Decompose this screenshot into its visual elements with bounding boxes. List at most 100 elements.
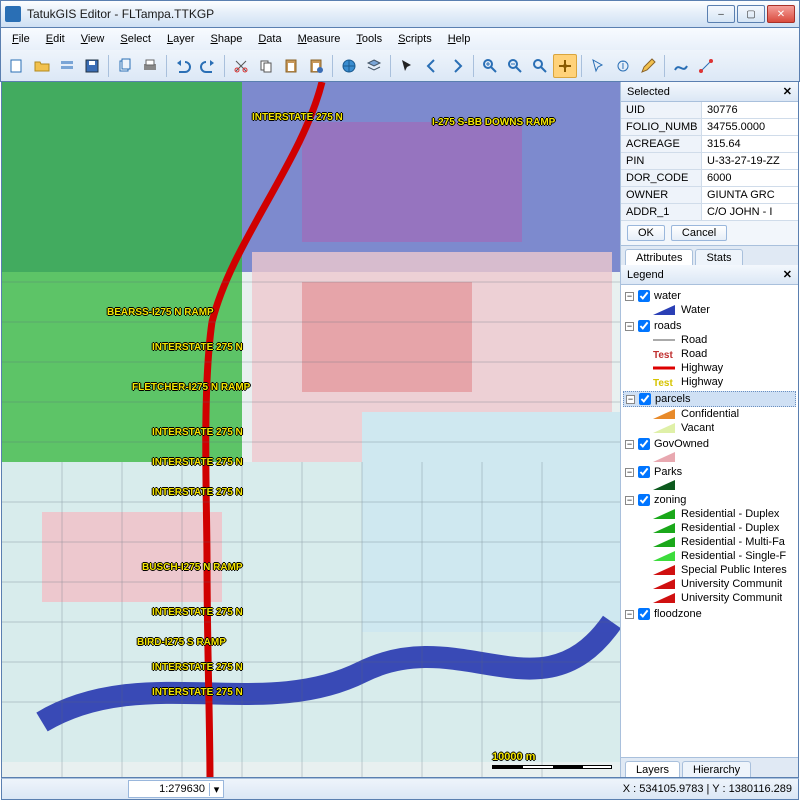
selected-panel-close-icon[interactable]: ✕ bbox=[783, 85, 792, 98]
attr-value[interactable]: 315.64 bbox=[701, 136, 798, 153]
zoom-in-button[interactable] bbox=[478, 54, 502, 78]
expand-icon[interactable]: − bbox=[625, 496, 634, 505]
expand-icon[interactable]: − bbox=[626, 395, 635, 404]
maximize-button[interactable]: ▢ bbox=[737, 5, 765, 23]
expand-icon[interactable]: − bbox=[625, 322, 634, 331]
legend-group-roads[interactable]: −roads bbox=[623, 319, 796, 333]
tab-layers[interactable]: Layers bbox=[625, 761, 680, 777]
attribute-grid[interactable]: UID30776FOLIO_NUMB34755.0000ACREAGE315.6… bbox=[621, 102, 798, 221]
attr-value[interactable]: 30776 bbox=[701, 102, 798, 119]
copy-clip-button[interactable] bbox=[254, 54, 278, 78]
legend-item[interactable]: Vacant bbox=[653, 421, 796, 435]
pan-button[interactable] bbox=[553, 54, 577, 78]
attr-value[interactable]: U-33-27-19-ZZ bbox=[701, 153, 798, 170]
select-tool-button[interactable] bbox=[586, 54, 610, 78]
attr-value[interactable]: GIUNTA GRC bbox=[701, 187, 798, 204]
minimize-button[interactable]: – bbox=[707, 5, 735, 23]
menu-measure[interactable]: Measure bbox=[291, 31, 348, 47]
identify-button[interactable]: i bbox=[611, 54, 635, 78]
menu-view[interactable]: View bbox=[74, 31, 112, 47]
zoom-out-button[interactable] bbox=[503, 54, 527, 78]
edit-tool-button[interactable] bbox=[636, 54, 660, 78]
legend-item[interactable] bbox=[653, 479, 796, 491]
chevron-down-icon[interactable]: ▾ bbox=[209, 783, 223, 796]
legend-item[interactable]: Special Public Interes bbox=[653, 563, 796, 577]
open-button[interactable] bbox=[30, 54, 54, 78]
save-button[interactable] bbox=[80, 54, 104, 78]
legend-item[interactable]: Residential - Single-F bbox=[653, 549, 796, 563]
selected-panel-title: Selected ✕ bbox=[621, 82, 798, 102]
close-button[interactable]: ✕ bbox=[767, 5, 795, 23]
tab-stats[interactable]: Stats bbox=[695, 249, 742, 265]
print-button[interactable] bbox=[138, 54, 162, 78]
legend-item[interactable]: University Communit bbox=[653, 591, 796, 605]
new-project-button[interactable] bbox=[5, 54, 29, 78]
ok-button[interactable]: OK bbox=[627, 225, 665, 241]
scale-combobox[interactable]: ▾ bbox=[128, 780, 224, 798]
attr-value[interactable]: 6000 bbox=[701, 170, 798, 187]
layer-visibility-checkbox[interactable] bbox=[638, 608, 650, 620]
zoom-full-button[interactable] bbox=[528, 54, 552, 78]
copy-button[interactable] bbox=[113, 54, 137, 78]
menu-data[interactable]: Data bbox=[251, 31, 288, 47]
menu-file[interactable]: File bbox=[5, 31, 37, 47]
legend-item[interactable]: Residential - Duplex bbox=[653, 521, 796, 535]
open-layer-button[interactable] bbox=[55, 54, 79, 78]
legend-group-floodzone[interactable]: −floodzone bbox=[623, 607, 796, 621]
menu-shape[interactable]: Shape bbox=[204, 31, 250, 47]
menu-tools[interactable]: Tools bbox=[349, 31, 389, 47]
expand-icon[interactable]: − bbox=[625, 610, 634, 619]
attr-key: PIN bbox=[621, 153, 701, 170]
map-viewport[interactable]: INTERSTATE 275 NI-275 S-BB DOWNS RAMPBEA… bbox=[2, 82, 620, 777]
menu-layer[interactable]: Layer bbox=[160, 31, 202, 47]
legend-group-GovOwned[interactable]: −GovOwned bbox=[623, 437, 796, 451]
legend-item[interactable]: Confidential bbox=[653, 407, 796, 421]
legend-item[interactable]: TestRoad bbox=[653, 347, 796, 361]
cut-button[interactable] bbox=[229, 54, 253, 78]
layer-visibility-checkbox[interactable] bbox=[638, 320, 650, 332]
legend-group-parcels[interactable]: −parcels bbox=[623, 391, 796, 407]
scale-input[interactable] bbox=[129, 783, 209, 795]
layer-visibility-checkbox[interactable] bbox=[638, 290, 650, 302]
menu-select[interactable]: Select bbox=[113, 31, 158, 47]
legend-group-water[interactable]: −water bbox=[623, 289, 796, 303]
pointer-button[interactable] bbox=[395, 54, 419, 78]
paste-button[interactable] bbox=[279, 54, 303, 78]
legend-item[interactable] bbox=[653, 451, 796, 463]
tab-hierarchy[interactable]: Hierarchy bbox=[682, 761, 751, 777]
attr-value[interactable]: C/O JOHN - I bbox=[701, 204, 798, 221]
expand-icon[interactable]: − bbox=[625, 440, 634, 449]
legend-group-Parks[interactable]: −Parks bbox=[623, 465, 796, 479]
legend-item[interactable]: Highway bbox=[653, 361, 796, 375]
undo-button[interactable] bbox=[171, 54, 195, 78]
menu-scripts[interactable]: Scripts bbox=[391, 31, 439, 47]
paste-special-button[interactable] bbox=[304, 54, 328, 78]
legend-item[interactable]: Residential - Multi-Fa bbox=[653, 535, 796, 549]
legend-group-zoning[interactable]: −zoning bbox=[623, 493, 796, 507]
redo-button[interactable] bbox=[196, 54, 220, 78]
cancel-button[interactable]: Cancel bbox=[671, 225, 727, 241]
nav-back-button[interactable] bbox=[420, 54, 444, 78]
tab-attributes[interactable]: Attributes bbox=[625, 249, 693, 265]
legend-item[interactable]: University Communit bbox=[653, 577, 796, 591]
globe-button[interactable] bbox=[337, 54, 361, 78]
draw-line-button[interactable] bbox=[669, 54, 693, 78]
legend-item[interactable]: Water bbox=[653, 303, 796, 317]
layer-visibility-checkbox[interactable] bbox=[638, 494, 650, 506]
legend-item[interactable]: TestHighway bbox=[653, 375, 796, 389]
expand-icon[interactable]: − bbox=[625, 292, 634, 301]
attr-value[interactable]: 34755.0000 bbox=[701, 119, 798, 136]
legend-item[interactable]: Road bbox=[653, 333, 796, 347]
legend-panel-close-icon[interactable]: ✕ bbox=[783, 268, 792, 281]
legend-tree[interactable]: −waterWater −roadsRoadTestRoadHighwayTest… bbox=[621, 285, 798, 757]
nav-fwd-button[interactable] bbox=[445, 54, 469, 78]
layer-visibility-checkbox[interactable] bbox=[638, 438, 650, 450]
legend-item[interactable]: Residential - Duplex bbox=[653, 507, 796, 521]
layer-visibility-checkbox[interactable] bbox=[639, 393, 651, 405]
layer-visibility-checkbox[interactable] bbox=[638, 466, 650, 478]
menu-edit[interactable]: Edit bbox=[39, 31, 72, 47]
snap-button[interactable] bbox=[694, 54, 718, 78]
menu-help[interactable]: Help bbox=[441, 31, 478, 47]
expand-icon[interactable]: − bbox=[625, 468, 634, 477]
layers-button[interactable] bbox=[362, 54, 386, 78]
